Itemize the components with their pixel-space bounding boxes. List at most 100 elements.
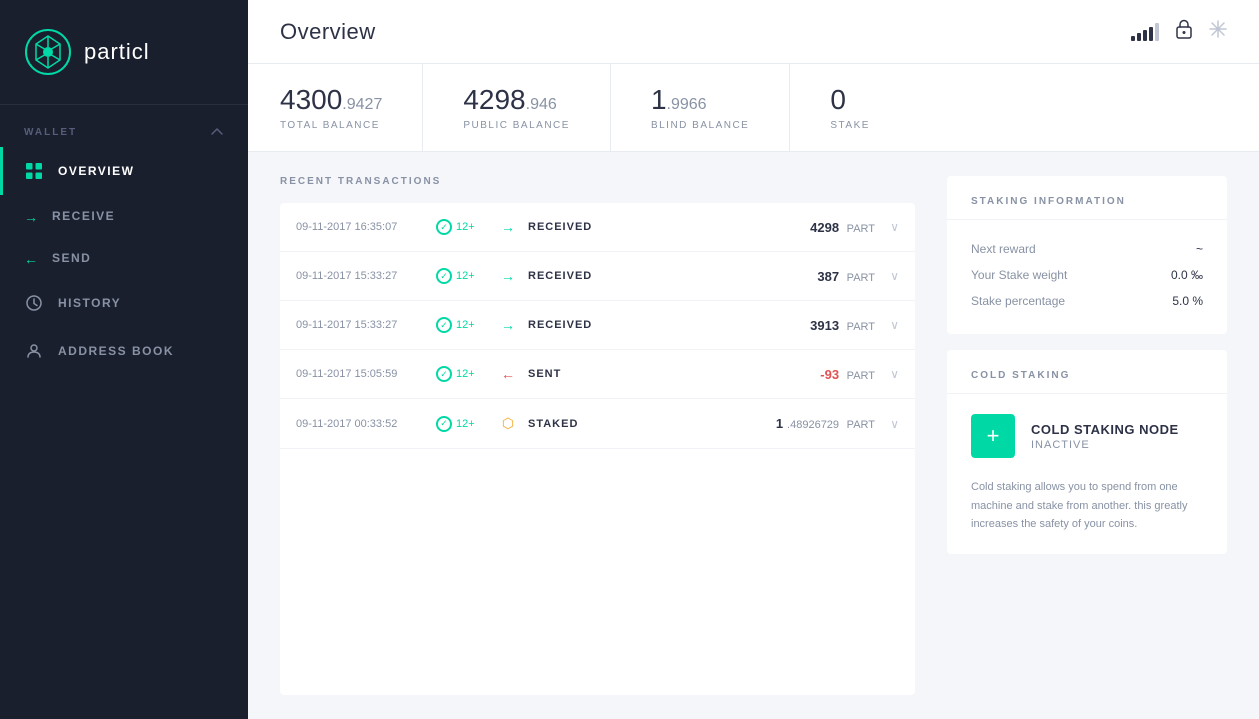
wallet-section-label: WALLET xyxy=(0,105,248,147)
lock-icon[interactable] xyxy=(1175,19,1193,44)
sidebar-item-send-label: SEND xyxy=(52,251,91,265)
signal-bar-3 xyxy=(1143,30,1147,41)
cold-staking-divider xyxy=(947,393,1227,394)
sidebar-item-history-label: HISTORY xyxy=(58,296,121,310)
staking-divider xyxy=(947,219,1227,220)
sidebar-item-receive[interactable]: → RECEIVE xyxy=(0,195,248,237)
sidebar-item-send[interactable]: ← SEND xyxy=(0,237,248,279)
tx-amount: 1.48926729 PART xyxy=(628,416,875,431)
tx-amount: 387 PART xyxy=(628,269,875,284)
balance-public: 4298.946 PUBLIC BALANCE xyxy=(463,64,611,151)
grid-icon xyxy=(24,161,44,181)
table-row[interactable]: 09-11-2017 16:35:07 ✓ 12+ → RECEIVED 429… xyxy=(280,203,915,252)
staking-weight-label: Your Stake weight xyxy=(971,268,1067,282)
public-balance-label: PUBLIC BALANCE xyxy=(463,120,570,131)
snowflake-icon[interactable] xyxy=(1209,20,1227,43)
cold-staking-description: Cold staking allows you to spend from on… xyxy=(971,478,1203,534)
staking-percentage-label: Stake percentage xyxy=(971,294,1065,308)
cold-staking-title: COLD STAKING xyxy=(971,370,1203,381)
staking-information-panel: STAKING INFORMATION Next reward ~ Your S… xyxy=(947,176,1227,334)
total-balance-decimal: .9427 xyxy=(342,96,382,113)
add-cold-node-button[interactable]: + xyxy=(971,414,1015,458)
tx-date: 09-11-2017 00:33:52 xyxy=(296,418,436,430)
blind-balance-whole: 1 xyxy=(651,84,667,115)
staking-info-title: STAKING INFORMATION xyxy=(971,196,1203,207)
cold-staking-panel: COLD STAKING + COLD STAKING NODE INACTIV… xyxy=(947,350,1227,554)
particl-logo-icon xyxy=(24,28,72,76)
sidebar-item-address-book[interactable]: ADDRESS BOOK xyxy=(0,327,248,375)
send-arrow-icon: ← xyxy=(24,251,38,265)
balance-total: 4300.9427 TOTAL BALANCE xyxy=(280,64,423,151)
confirm-icon: ✓ xyxy=(436,219,452,235)
tx-date: 09-11-2017 16:35:07 xyxy=(296,221,436,233)
person-icon xyxy=(24,341,44,361)
signal-bar-4 xyxy=(1149,27,1153,41)
sidebar-logo: particl xyxy=(0,0,248,105)
tx-type: SENT xyxy=(528,368,628,380)
tx-expand-icon[interactable]: ∨ xyxy=(875,367,899,381)
table-row[interactable]: 09-11-2017 15:33:27 ✓ 12+ → RECEIVED 387… xyxy=(280,252,915,301)
confirm-icon: ✓ xyxy=(436,416,452,432)
tx-expand-icon[interactable]: ∨ xyxy=(875,220,899,234)
tx-direction-icon: → xyxy=(496,219,520,235)
staking-percentage-row: Stake percentage 5.0 % xyxy=(971,288,1203,314)
signal-strength-icon[interactable] xyxy=(1131,23,1159,41)
tx-amount: 4298 PART xyxy=(628,220,875,235)
right-panel: STAKING INFORMATION Next reward ~ Your S… xyxy=(947,176,1227,695)
staking-next-reward-row: Next reward ~ xyxy=(971,236,1203,262)
sidebar-item-overview-label: OVERVIEW xyxy=(58,164,134,178)
blind-balance-label: BLIND BALANCE xyxy=(651,120,749,131)
clock-icon xyxy=(24,293,44,313)
sidebar: particl WALLET OVERVIEW → RECEIVE xyxy=(0,0,248,719)
tx-confirmations: ✓ 12+ xyxy=(436,219,496,235)
balance-bar: 4300.9427 TOTAL BALANCE 4298.946 PUBLIC … xyxy=(248,64,1259,152)
sidebar-navigation: WALLET OVERVIEW → RECEIVE ← xyxy=(0,105,248,719)
tx-direction-icon: → xyxy=(496,268,520,284)
cold-node-status: INACTIVE xyxy=(1031,439,1179,451)
table-row[interactable]: 09-11-2017 00:33:52 ✓ 12+ ⬡ STAKED 1.489… xyxy=(280,399,915,449)
main-content: Overview xyxy=(248,0,1259,719)
public-balance-decimal: .946 xyxy=(526,96,557,113)
tx-date: 09-11-2017 15:33:27 xyxy=(296,270,436,282)
sidebar-item-address-book-label: ADDRESS BOOK xyxy=(58,344,174,358)
receive-arrow-icon: → xyxy=(24,209,38,223)
cold-node-title: COLD STAKING NODE xyxy=(1031,422,1179,437)
blind-balance-decimal: .9966 xyxy=(667,96,707,113)
signal-bar-2 xyxy=(1137,33,1141,41)
content-area: RECENT TRANSACTIONS 09-11-2017 16:35:07 … xyxy=(248,152,1259,719)
tx-type: STAKED xyxy=(528,418,628,430)
table-row[interactable]: 09-11-2017 15:05:59 ✓ 12+ ← SENT -93 PAR… xyxy=(280,350,915,399)
balance-stake: 0 STAKE xyxy=(830,64,910,151)
tx-type: RECEIVED xyxy=(528,270,628,282)
tx-confirmations: ✓ 12+ xyxy=(436,366,496,382)
tx-direction-icon: ← xyxy=(496,366,520,382)
tx-expand-icon[interactable]: ∨ xyxy=(875,318,899,332)
topbar: Overview xyxy=(248,0,1259,64)
tx-type: RECEIVED xyxy=(528,319,628,331)
tx-amount: -93 PART xyxy=(628,367,875,382)
sidebar-item-history[interactable]: HISTORY xyxy=(0,279,248,327)
transactions-list[interactable]: 09-11-2017 16:35:07 ✓ 12+ → RECEIVED 429… xyxy=(280,203,915,695)
stake-balance-whole: 0 xyxy=(830,84,846,115)
tx-amount: 3913 PART xyxy=(628,318,875,333)
total-balance-whole: 4300 xyxy=(280,84,342,115)
tx-confirmations: ✓ 12+ xyxy=(436,317,496,333)
sidebar-item-overview[interactable]: OVERVIEW xyxy=(0,147,248,195)
table-row[interactable]: 09-11-2017 15:33:27 ✓ 12+ → RECEIVED 391… xyxy=(280,301,915,350)
tx-type: RECEIVED xyxy=(528,221,628,233)
confirm-icon: ✓ xyxy=(436,366,452,382)
tx-direction-icon: → xyxy=(496,317,520,333)
confirm-icon: ✓ xyxy=(436,317,452,333)
stake-balance-label: STAKE xyxy=(830,120,870,131)
confirm-icon: ✓ xyxy=(436,268,452,284)
tx-expand-icon[interactable]: ∨ xyxy=(875,269,899,283)
cold-node-row: + COLD STAKING NODE INACTIVE xyxy=(971,414,1203,458)
tx-expand-icon[interactable]: ∨ xyxy=(875,417,899,431)
cold-node-info: COLD STAKING NODE INACTIVE xyxy=(1031,422,1179,451)
transactions-section-title: RECENT TRANSACTIONS xyxy=(280,176,915,187)
total-balance-label: TOTAL BALANCE xyxy=(280,120,382,131)
tx-date: 09-11-2017 15:33:27 xyxy=(296,319,436,331)
tx-confirmations: ✓ 12+ xyxy=(436,268,496,284)
sidebar-item-receive-label: RECEIVE xyxy=(52,209,115,223)
balance-blind: 1.9966 BLIND BALANCE xyxy=(651,64,790,151)
